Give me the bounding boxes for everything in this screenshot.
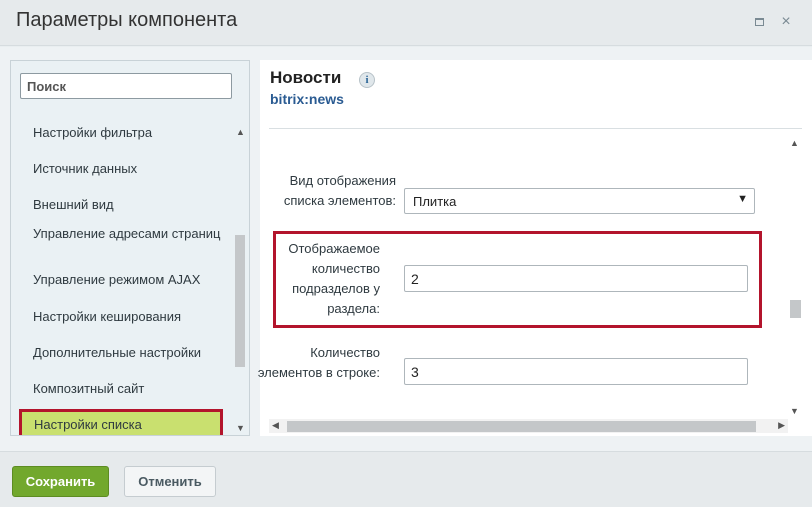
elements-in-row-input[interactable] <box>404 358 748 385</box>
scrollbar-thumb[interactable] <box>287 421 756 432</box>
scrollbar-thumb[interactable] <box>235 235 245 367</box>
content-horizontal-scrollbar[interactable]: ◀ ▶ <box>269 419 788 433</box>
sidebar-item-data-source[interactable]: Источник данных <box>33 161 228 177</box>
elements-in-row-label: Количество элементов в строке: <box>257 345 380 380</box>
display-mode-label: Вид отображения списка элементов: <box>283 173 396 208</box>
component-title: Новости <box>270 68 342 87</box>
sidebar-item-composite-site[interactable]: Композитный сайт <box>33 381 228 397</box>
display-mode-select[interactable]: Плитка ▼ <box>404 188 755 214</box>
save-button[interactable]: Сохранить <box>12 466 109 497</box>
display-mode-value: Плитка <box>413 194 457 209</box>
sidebar: Настройки фильтра Источник данных Внешни… <box>10 60 250 436</box>
sidebar-scrollbar[interactable]: ▲ ▼ <box>234 117 246 433</box>
sidebar-item-url-management[interactable]: Управление адресами страниц <box>33 226 228 242</box>
search-input[interactable] <box>20 73 232 99</box>
scroll-right-icon[interactable]: ▶ <box>778 420 785 431</box>
dialog-footer: Сохранить Отменить <box>0 451 812 507</box>
info-icon[interactable]: i <box>359 72 375 88</box>
sidebar-item-filter-settings[interactable]: Настройки фильтра <box>33 125 228 141</box>
sidebar-item-appearance[interactable]: Внешний вид <box>33 197 228 213</box>
scroll-down-icon[interactable]: ▼ <box>236 423 245 433</box>
scroll-left-icon[interactable]: ◀ <box>272 420 279 431</box>
close-icon[interactable]: × <box>778 14 794 30</box>
subsections-count-input[interactable] <box>404 265 748 292</box>
maximize-icon[interactable] <box>751 14 767 30</box>
sidebar-item-additional-settings[interactable]: Дополнительные настройки <box>33 345 228 361</box>
sidebar-item-list-settings[interactable]: Настройки списка <box>19 409 223 435</box>
dialog-titlebar: Параметры компонента × <box>0 0 812 46</box>
cancel-button[interactable]: Отменить <box>124 466 216 497</box>
scroll-up-icon[interactable]: ▲ <box>236 127 245 137</box>
scrollbar-thumb[interactable] <box>790 300 801 318</box>
sidebar-nav-list: Настройки фильтра Источник данных Внешни… <box>11 108 235 435</box>
scroll-up-icon[interactable]: ▲ <box>790 138 799 148</box>
dialog-title: Параметры компонента <box>16 9 238 31</box>
component-code: bitrix:news <box>270 91 344 107</box>
divider <box>269 128 802 129</box>
sidebar-item-ajax-mode[interactable]: Управление режимом AJAX <box>33 272 228 288</box>
dialog-body: Настройки фильтра Источник данных Внешни… <box>0 47 812 451</box>
settings-panel: Новости i bitrix:news Вид отображения сп… <box>258 60 812 436</box>
sidebar-item-cache-settings[interactable]: Настройки кеширования <box>33 309 228 325</box>
dropdown-arrow-icon: ▼ <box>737 193 748 205</box>
content-vertical-scrollbar[interactable]: ▲ ▼ <box>788 138 802 416</box>
scroll-down-icon[interactable]: ▼ <box>790 406 799 416</box>
subsections-count-label: Отображаемое количество подразделов у ра… <box>288 241 380 316</box>
